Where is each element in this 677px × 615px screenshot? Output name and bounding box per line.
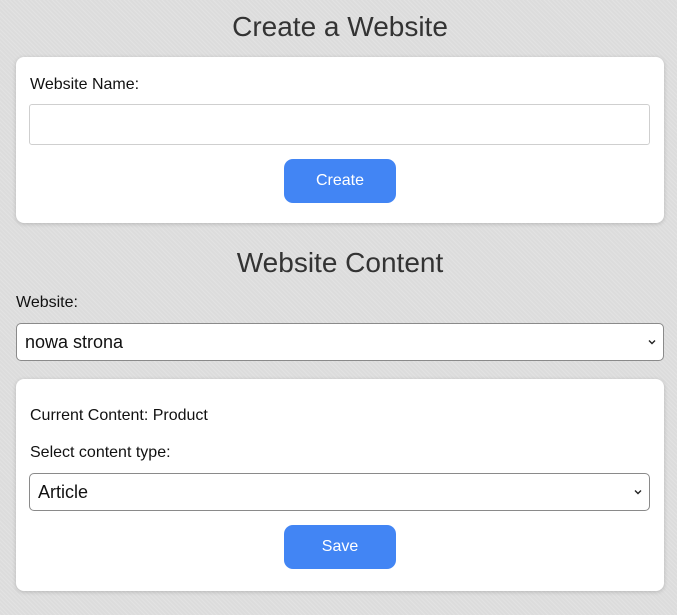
create-website-title: Create a Website [232,11,448,42]
chevron-down-icon [634,490,642,495]
content-type-select[interactable]: Article [29,473,650,511]
current-content-text: Current Content: Product [30,407,208,424]
content-type-select-value: Article [38,481,89,502]
website-select-label: Website: [16,294,78,311]
chevron-down-icon [648,340,656,345]
website-content-title: Website Content [236,247,444,278]
create-button[interactable]: Create [284,159,396,203]
create-website-card: Website Name: Create [16,57,664,223]
content-card: Current Content: Product Select content … [16,379,664,591]
content-type-label: Select content type: [30,444,171,461]
website-select-value: nowa strona [25,331,124,352]
save-button[interactable]: Save [284,525,396,569]
website-select[interactable]: nowa strona [16,323,664,361]
website-name-label: Website Name: [30,76,140,93]
website-name-input[interactable] [29,104,650,145]
